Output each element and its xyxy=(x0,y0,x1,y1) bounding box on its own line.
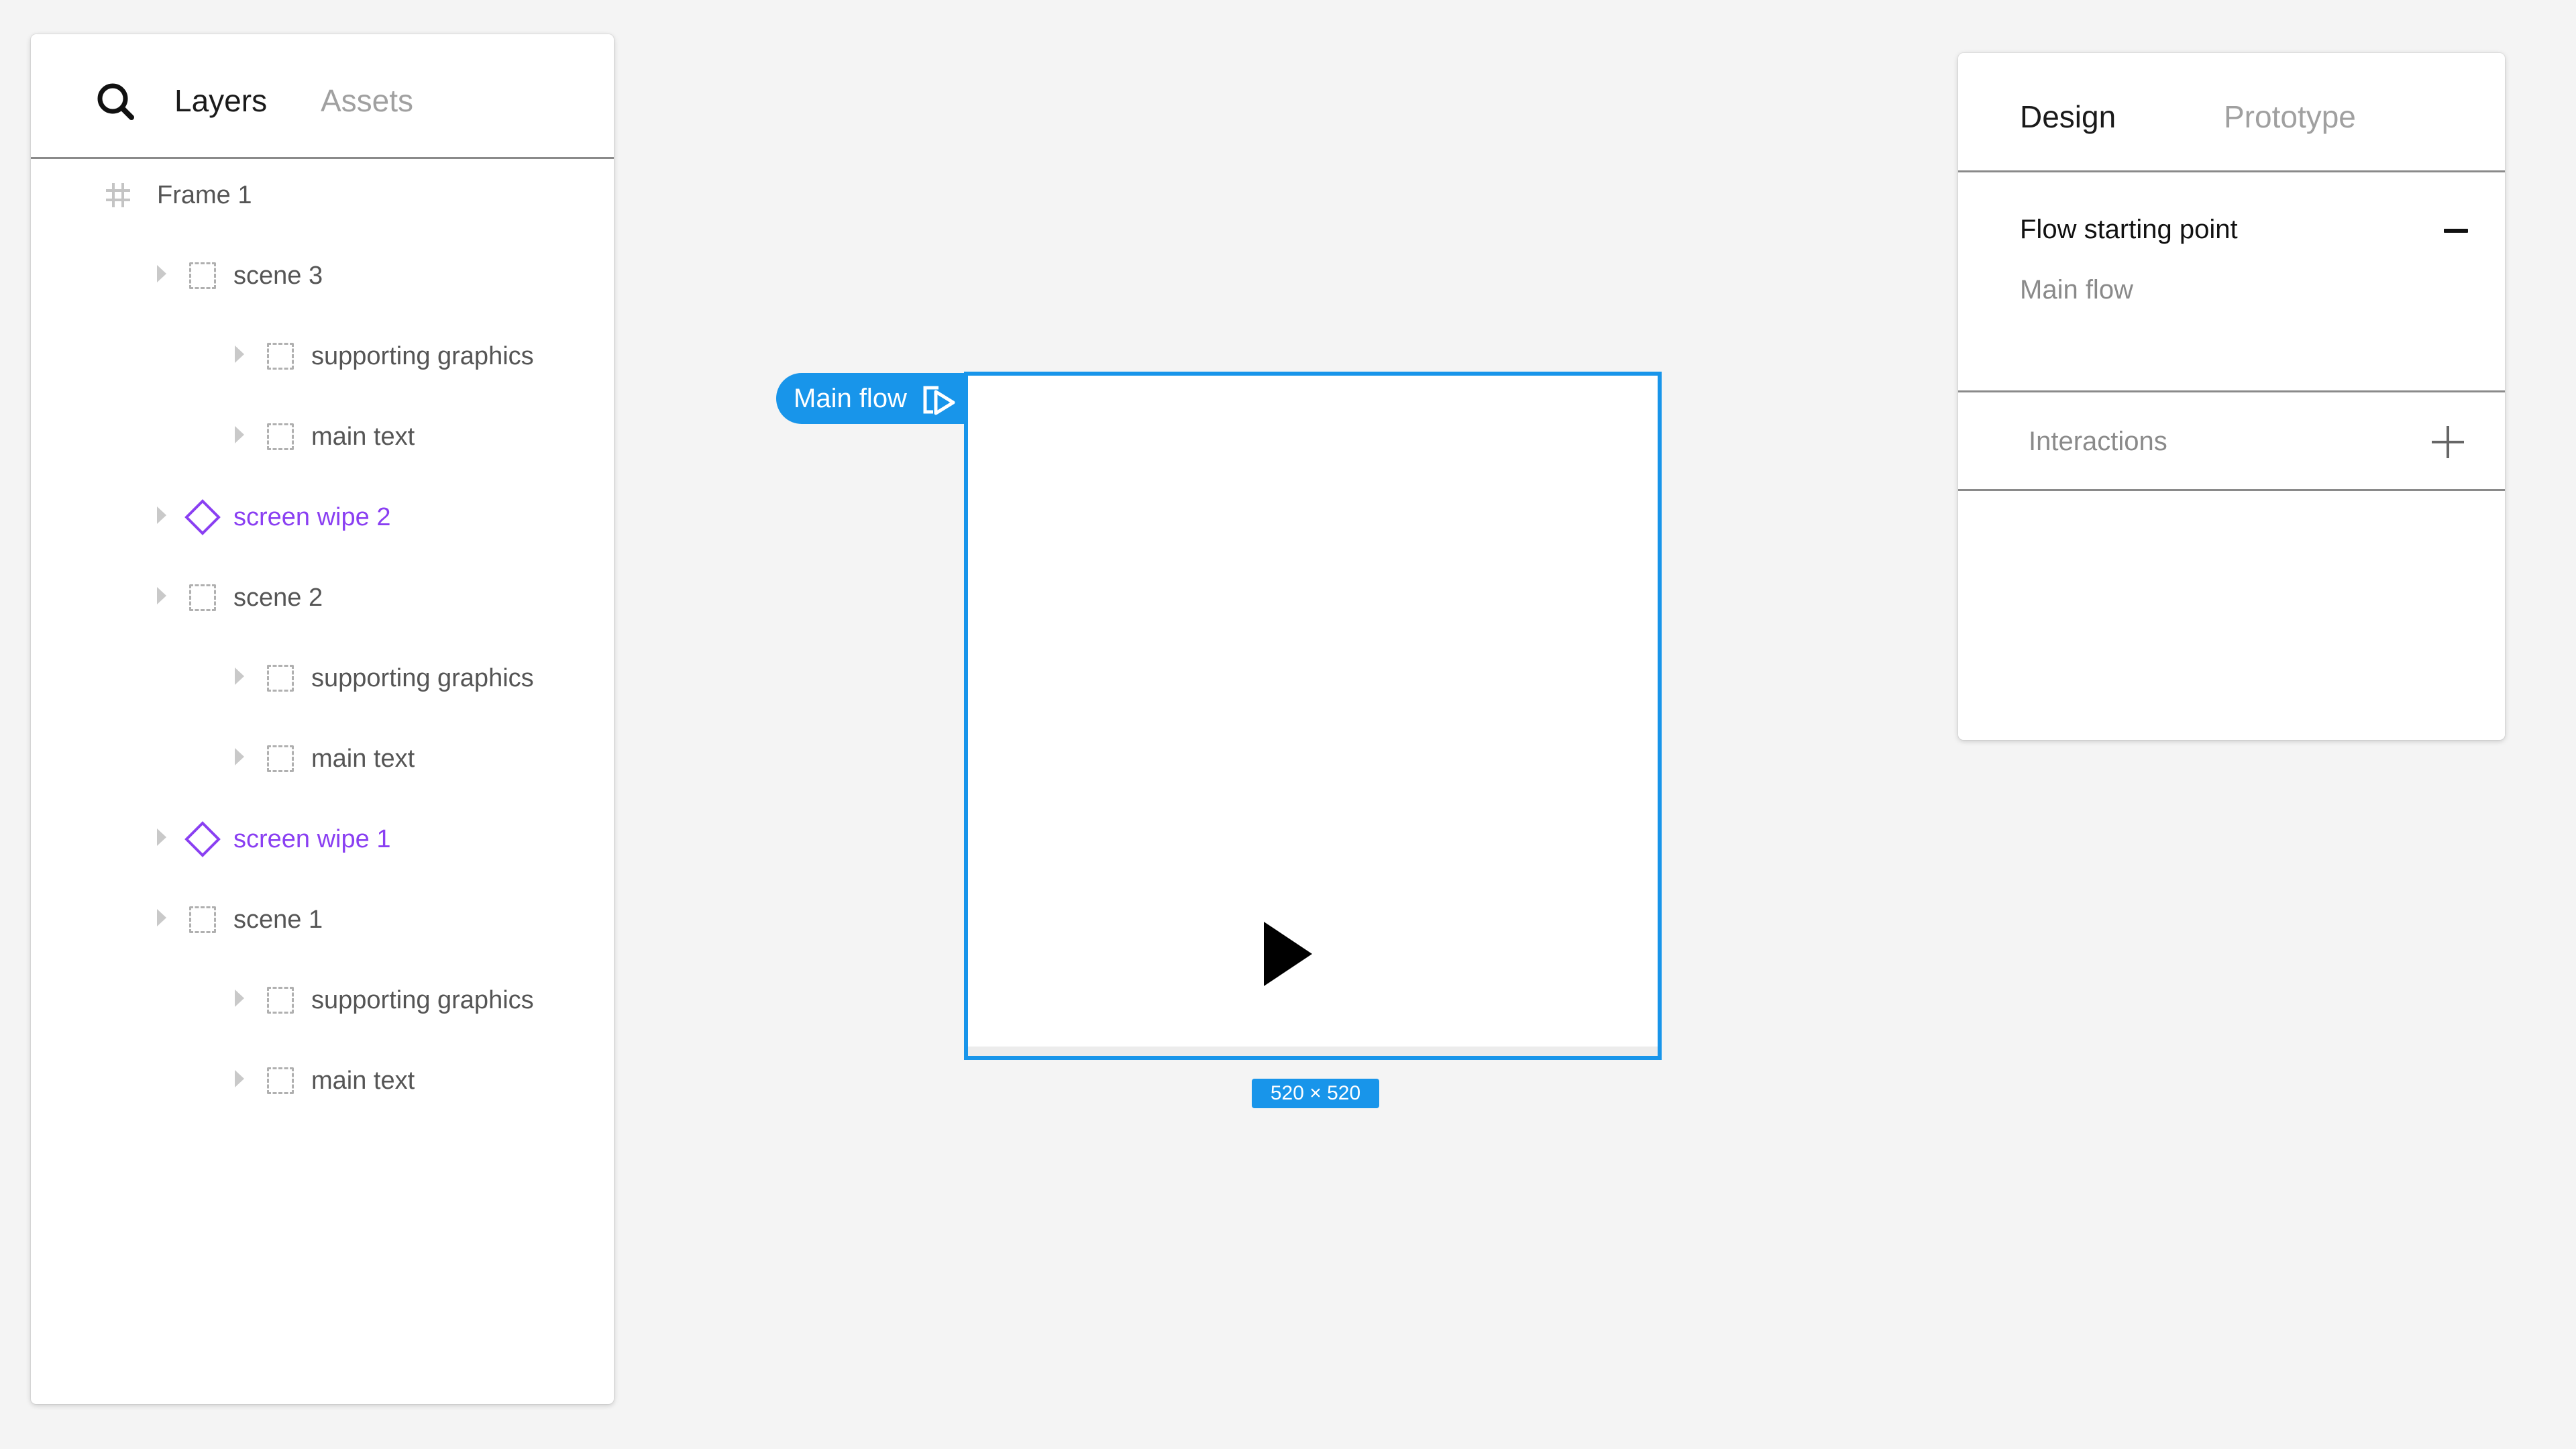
tab-assets[interactable]: Assets xyxy=(321,85,413,116)
layer-label: supporting graphics xyxy=(311,986,534,1014)
layer-label: screen wipe 2 xyxy=(233,503,391,531)
play-flow-icon xyxy=(923,386,955,415)
expand-caret-icon[interactable] xyxy=(235,345,244,363)
layer-item-scene-3[interactable]: scene 3 xyxy=(31,242,614,309)
expand-caret-icon[interactable] xyxy=(235,426,244,443)
layer-item-supporting-graphics[interactable]: supporting graphics xyxy=(31,323,614,390)
expand-caret-icon[interactable] xyxy=(235,748,244,765)
group-icon xyxy=(267,343,294,370)
expand-caret-icon[interactable] xyxy=(157,828,166,846)
design-panel: Design Prototype Flow starting point Mai… xyxy=(1958,53,2505,740)
flow-starting-point-tag[interactable]: Main flow xyxy=(776,373,972,424)
layer-label: scene 2 xyxy=(233,584,323,612)
layer-item-frame-1[interactable]: Frame 1 xyxy=(31,162,614,229)
group-icon xyxy=(189,262,216,289)
expand-caret-icon[interactable] xyxy=(235,1070,244,1087)
layer-label: screen wipe 1 xyxy=(233,825,391,853)
layer-item-supporting-graphics[interactable]: supporting graphics xyxy=(31,645,614,712)
layer-item-supporting-graphics[interactable]: supporting graphics xyxy=(31,967,614,1034)
section-title: Flow starting point xyxy=(2020,215,2238,244)
group-icon xyxy=(189,584,216,611)
layer-label: supporting graphics xyxy=(311,664,534,692)
cursor-icon xyxy=(1264,922,1312,986)
expand-caret-icon[interactable] xyxy=(235,667,244,685)
component-diamond-icon xyxy=(184,821,221,857)
layer-item-screen-wipe-1[interactable]: screen wipe 1 xyxy=(31,806,614,873)
layer-item-main-text[interactable]: main text xyxy=(31,1047,614,1114)
flow-name[interactable]: Main flow xyxy=(2020,276,2133,304)
layer-label: main text xyxy=(311,423,415,451)
frame-bottom-edge xyxy=(968,1046,1658,1056)
expand-caret-icon[interactable] xyxy=(157,587,166,604)
design-panel-header: Design Prototype xyxy=(1958,53,2505,172)
remove-flow-button[interactable] xyxy=(2441,215,2471,245)
group-icon xyxy=(267,423,294,450)
flow-tag-label: Main flow xyxy=(794,384,907,413)
group-icon xyxy=(267,1067,294,1094)
tab-design[interactable]: Design xyxy=(2020,101,2116,132)
layer-item-scene-1[interactable]: scene 1 xyxy=(31,886,614,953)
layers-panel-header: Layers Assets xyxy=(31,34,614,159)
layer-label: main text xyxy=(311,745,415,773)
layer-item-scene-2[interactable]: scene 2 xyxy=(31,564,614,631)
layer-label: scene 1 xyxy=(233,906,323,934)
expand-caret-icon[interactable] xyxy=(157,506,166,524)
expand-caret-icon[interactable] xyxy=(157,909,166,926)
component-diamond-icon xyxy=(184,499,221,535)
expand-caret-icon[interactable] xyxy=(235,989,244,1007)
layer-item-screen-wipe-2[interactable]: screen wipe 2 xyxy=(31,484,614,551)
group-icon xyxy=(267,745,294,772)
search-icon[interactable] xyxy=(93,78,140,125)
layer-item-main-text[interactable]: main text xyxy=(31,403,614,470)
layer-label: Frame 1 xyxy=(157,181,252,209)
layer-item-main-text[interactable]: main text xyxy=(31,725,614,792)
expand-caret-icon[interactable] xyxy=(157,265,166,282)
frame-hash-icon xyxy=(106,183,130,207)
layer-label: supporting graphics xyxy=(311,342,534,370)
group-icon xyxy=(267,987,294,1014)
layers-panel: Layers Assets Frame 1 scene 3 supporting… xyxy=(31,34,614,1404)
section-title: Interactions xyxy=(2029,427,2167,456)
layer-label: scene 3 xyxy=(233,262,323,290)
layer-label: main text xyxy=(311,1067,415,1095)
flow-starting-point-section: Flow starting point Main flow xyxy=(1958,172,2505,392)
frame-size-badge: 520 × 520 xyxy=(1252,1079,1379,1108)
tab-prototype[interactable]: Prototype xyxy=(2224,101,2356,132)
group-icon xyxy=(189,906,216,933)
tab-layers[interactable]: Layers xyxy=(174,85,267,116)
add-interaction-button[interactable] xyxy=(2432,426,2464,458)
interactions-section: Interactions xyxy=(1958,392,2505,491)
group-icon xyxy=(267,665,294,692)
